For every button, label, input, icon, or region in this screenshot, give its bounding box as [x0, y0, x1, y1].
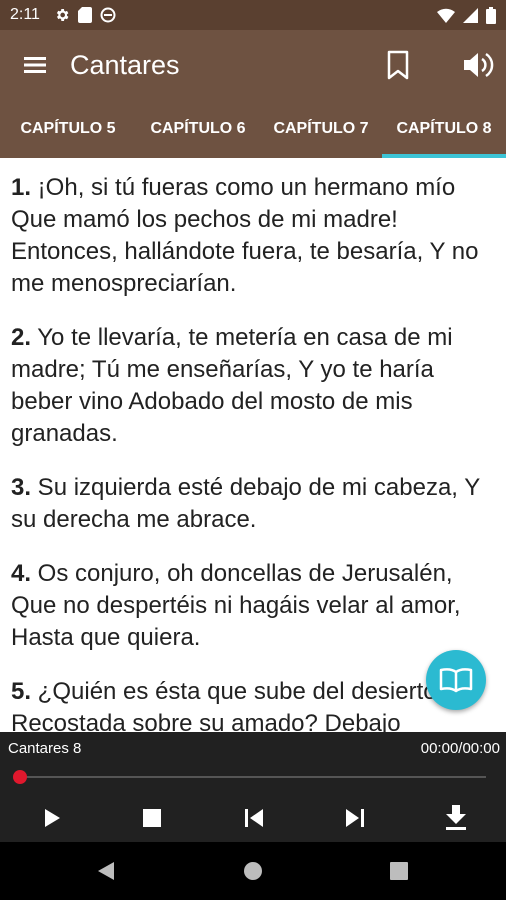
track-time: 00:00/00:00 [420, 740, 500, 757]
verse-number: 5. [11, 678, 32, 705]
seek-thumb[interactable] [13, 770, 27, 784]
verse: 1. ¡Oh, si tú fueras como un hermano mío… [11, 172, 494, 300]
download-icon [446, 805, 466, 830]
verse-number: 3. [11, 474, 32, 501]
previous-button[interactable] [232, 796, 276, 840]
signal-icon [463, 7, 478, 23]
sd-card-icon [77, 7, 92, 23]
chapter-content[interactable]: 1. ¡Oh, si tú fueras como un hermano mío… [0, 158, 506, 732]
recents-icon [390, 862, 408, 880]
page-title: Cantares [70, 49, 180, 80]
audio-player: Cantares 8 00:00/00:00 [0, 732, 506, 842]
play-icon [45, 809, 60, 827]
navigation-bar [0, 842, 506, 900]
verse-text: Os conjuro, oh doncellas de Jerusalén, Q… [11, 560, 461, 651]
home-button[interactable] [235, 853, 271, 889]
verse: 2. Yo te llevaría, te metería en casa de… [11, 322, 494, 450]
tab-capitulo-6[interactable]: CAPÍTULO 6 [136, 100, 260, 158]
read-mode-button[interactable] [426, 650, 486, 710]
speaker-button[interactable] [456, 30, 502, 100]
app-bar: Cantares [0, 30, 506, 100]
skip-previous-icon [245, 809, 263, 827]
home-icon [244, 862, 262, 880]
seek-bar[interactable] [20, 776, 486, 778]
track-title: Cantares 8 [8, 740, 82, 757]
verse-number: 1. [11, 174, 32, 201]
back-icon [98, 862, 114, 880]
gear-icon [56, 9, 69, 21]
verse-text: ¡Oh, si tú fueras como un hermano mío Qu… [11, 174, 479, 297]
verse: 4. Os conjuro, oh doncellas de Jerusalén… [11, 558, 494, 654]
status-system-icons [437, 6, 496, 24]
verse-number: 2. [11, 324, 32, 351]
no-disturb-icon [100, 7, 116, 23]
status-time: 2:11 [10, 6, 40, 23]
tab-capitulo-5[interactable]: CAPÍTULO 5 [0, 100, 136, 158]
tab-capitulo-7[interactable]: CAPÍTULO 7 [260, 100, 382, 158]
bookmark-button[interactable] [376, 30, 420, 100]
verse-text: ¿Quién es ésta que sube del desierto, Re… [11, 678, 444, 732]
book-open-icon [439, 668, 473, 693]
next-button[interactable] [333, 796, 377, 840]
menu-button[interactable] [0, 30, 70, 100]
verse: 5. ¿Quién es ésta que sube del desierto,… [11, 676, 494, 732]
download-button[interactable] [434, 796, 478, 840]
stop-button[interactable] [130, 796, 174, 840]
back-button[interactable] [88, 853, 124, 889]
status-notification-icons [54, 7, 116, 23]
bookmark-icon [387, 50, 409, 80]
tab-capitulo-8[interactable]: CAPÍTULO 8 [382, 100, 506, 158]
speaker-icon [464, 52, 494, 78]
play-button[interactable] [30, 796, 74, 840]
recents-button[interactable] [381, 853, 417, 889]
skip-next-icon [346, 809, 364, 827]
battery-icon [486, 6, 496, 24]
verse-list: 1. ¡Oh, si tú fueras como un hermano mío… [0, 158, 506, 732]
verse-text: Yo te llevaría, te metería en casa de mi… [11, 324, 453, 447]
verse-text: Su izquierda esté debajo de mi cabeza, Y… [11, 474, 480, 533]
wifi-icon [437, 8, 455, 23]
status-bar: 2:11 [0, 0, 506, 30]
chapter-tabs: CAPÍTULO 5 CAPÍTULO 6 CAPÍTULO 7 CAPÍTUL… [0, 100, 506, 158]
verse-number: 4. [11, 560, 32, 587]
stop-icon [143, 809, 161, 827]
menu-icon [24, 57, 46, 73]
verse: 3. Su izquierda esté debajo de mi cabeza… [11, 472, 494, 536]
